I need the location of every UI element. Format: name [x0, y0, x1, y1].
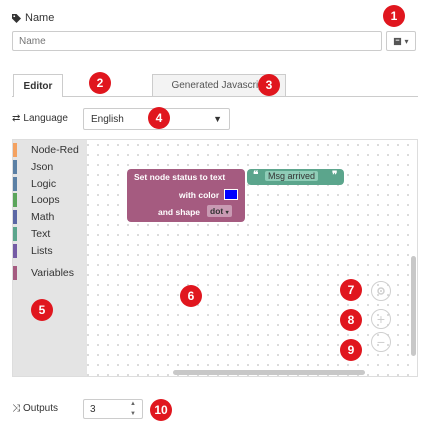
name-label-text: Name — [25, 12, 55, 24]
stepper-up-icon[interactable]: ▲ — [130, 401, 140, 407]
tag-icon — [12, 13, 21, 23]
outputs-value: 3 — [90, 404, 96, 415]
vertical-scrollbar[interactable] — [411, 256, 416, 356]
toolbox-category-variables[interactable]: Variables — [13, 266, 74, 280]
set-node-status-block[interactable]: Set node status to text with color and s… — [127, 169, 245, 222]
swap-icon: ⇄ — [12, 113, 21, 124]
open-quote-icon: ❝ — [253, 170, 259, 181]
language-value: English — [91, 113, 124, 125]
text-value[interactable]: Msg arrived — [265, 171, 319, 181]
text-block[interactable]: ❝ Msg arrived ❞ — [247, 169, 344, 185]
toolbox-category-json[interactable]: Json — [13, 160, 53, 174]
marker-10: 10 — [150, 399, 172, 421]
marker-1: 1 — [383, 5, 405, 27]
outputs-stepper[interactable]: 3 ▲ ▼ — [83, 399, 143, 419]
marker-3: 3 — [258, 74, 280, 96]
marker-9: 9 — [340, 339, 362, 361]
shuffle-icon: ⤨ — [12, 403, 20, 414]
dropdown-arrow-icon: ▾ — [225, 210, 229, 216]
toolbox-category-node-red[interactable]: Node-Red — [13, 143, 79, 157]
zoom-out-button[interactable]: − — [371, 332, 391, 352]
node-icon-button[interactable]: ▾ — [386, 31, 416, 51]
marker-4: 4 — [148, 107, 170, 129]
toolbox-category-math[interactable]: Math — [13, 210, 54, 224]
category-color-bar — [13, 193, 17, 207]
category-color-bar — [13, 160, 17, 174]
outputs-label: ⤨ Outputs — [12, 403, 58, 414]
language-label: ⇄ Language — [12, 113, 68, 124]
plus-icon: + — [376, 311, 386, 327]
select-arrow-icon: ▼ — [213, 114, 222, 124]
category-label: Logic — [31, 178, 57, 190]
tab-editor[interactable]: Editor — [13, 74, 63, 97]
block-text-line1: Set node status to text — [134, 172, 226, 182]
category-color-bar — [13, 210, 17, 224]
recenter-button[interactable] — [371, 281, 391, 301]
language-label-text: Language — [23, 113, 68, 124]
stepper-controls: ▲ ▼ — [130, 401, 140, 417]
category-label: Json — [31, 161, 54, 173]
category-label: Variables — [31, 267, 74, 279]
stepper-down-icon[interactable]: ▼ — [130, 411, 140, 417]
zoom-in-button[interactable]: + — [371, 309, 391, 329]
shape-value: dot — [210, 206, 224, 216]
toolbox-category-loops[interactable]: Loops — [13, 193, 60, 207]
caret-down-icon: ▾ — [404, 36, 409, 46]
color-swatch[interactable] — [224, 189, 238, 200]
tab-divider — [12, 96, 418, 97]
block-text-line2: with color — [179, 190, 220, 200]
marker-8: 8 — [340, 309, 362, 331]
category-color-bar — [13, 143, 17, 157]
book-icon — [394, 37, 402, 45]
category-color-bar — [13, 177, 17, 191]
category-label: Math — [31, 211, 55, 223]
marker-7: 7 — [340, 279, 362, 301]
blockly-toolbox: Node-Red Json Logic Loops Math Text List… — [13, 140, 87, 376]
horizontal-scrollbar[interactable] — [173, 370, 365, 375]
toolbox-category-lists[interactable]: Lists — [13, 244, 53, 258]
category-color-bar — [13, 266, 17, 280]
category-color-bar — [13, 227, 17, 241]
close-quote-icon: ❞ — [332, 170, 338, 181]
outputs-label-text: Outputs — [23, 403, 59, 414]
name-label: Name — [12, 12, 54, 24]
toolbox-category-logic[interactable]: Logic — [13, 177, 56, 191]
toolbox-category-text[interactable]: Text — [13, 227, 50, 241]
block-text-line3: and shape — [158, 207, 201, 217]
target-icon — [377, 287, 385, 295]
category-label: Node-Red — [31, 144, 79, 156]
marker-2: 2 — [89, 72, 111, 94]
category-label: Loops — [31, 194, 60, 206]
marker-5: 5 — [31, 299, 53, 321]
name-input[interactable] — [12, 31, 382, 51]
shape-dropdown[interactable]: dot ▾ — [207, 205, 232, 217]
marker-6: 6 — [180, 285, 202, 307]
category-color-bar — [13, 244, 17, 258]
category-label: Lists — [31, 245, 53, 257]
category-label: Text — [31, 228, 51, 240]
minus-icon: − — [376, 334, 386, 350]
